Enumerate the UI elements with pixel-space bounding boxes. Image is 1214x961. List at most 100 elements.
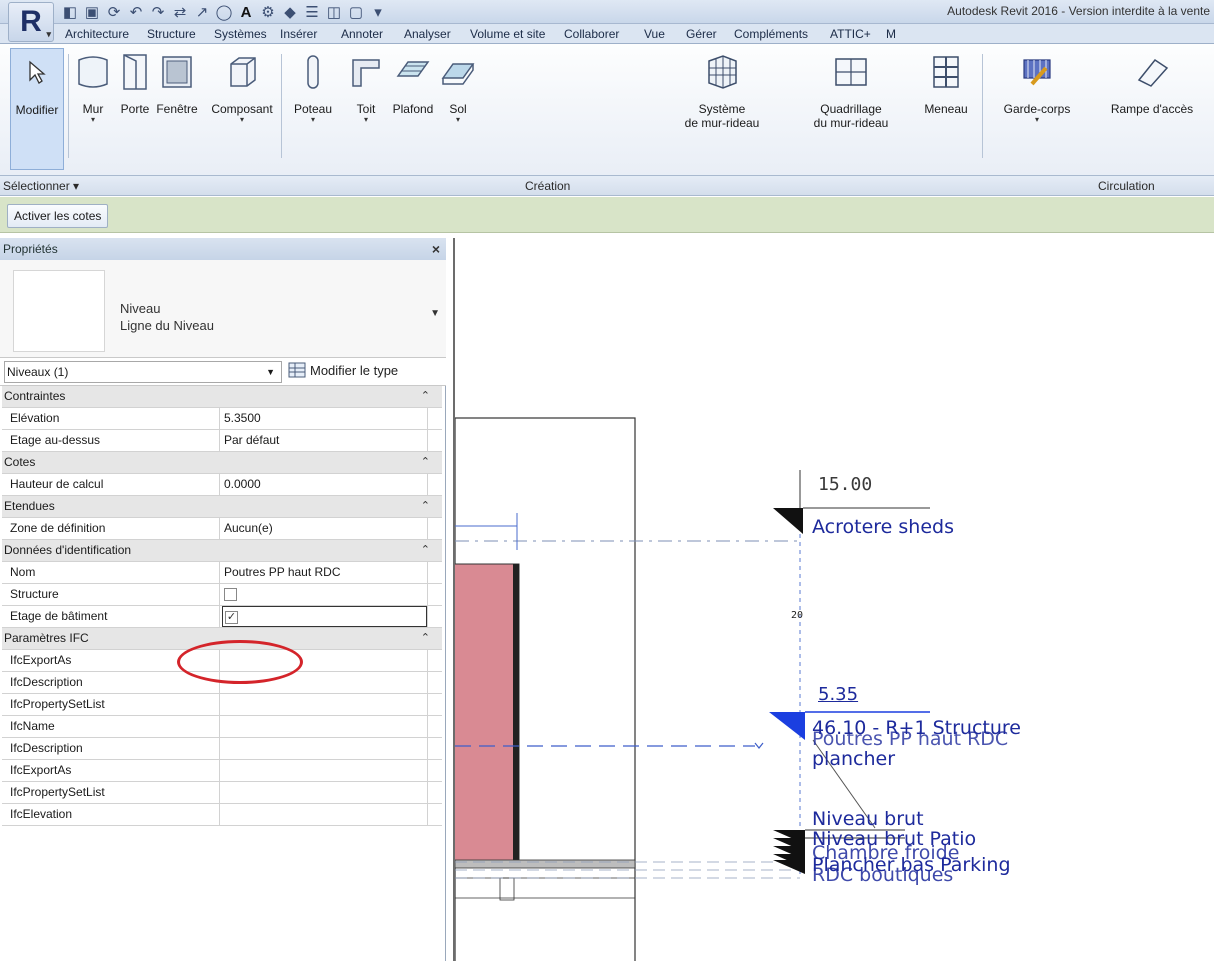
sol-button[interactable]: Sol ▾ xyxy=(438,48,478,170)
collapse-icon[interactable]: ⌃ xyxy=(421,540,430,561)
close-icon[interactable]: × xyxy=(432,238,440,260)
property-row[interactable]: Nom Poutres PP haut RDC xyxy=(2,562,442,584)
tab-m[interactable]: M xyxy=(880,25,902,44)
selectionner-dropdown[interactable]: Sélectionner ▾ xyxy=(3,179,79,193)
property-value[interactable]: Poutres PP haut RDC xyxy=(222,562,427,583)
property-row[interactable]: IfcPropertySetList xyxy=(2,694,442,716)
property-value[interactable] xyxy=(222,716,427,737)
tab-inserer[interactable]: Insérer xyxy=(274,25,323,44)
quadrillage-mur-rideau-button[interactable]: Quadrillage du mur-rideau xyxy=(798,48,904,170)
chevron-down-icon[interactable]: ▼ xyxy=(430,308,440,319)
measure-icon[interactable]: ⇄ xyxy=(170,2,190,22)
property-row[interactable]: Structure xyxy=(2,584,442,606)
property-value[interactable]: 5.3500 xyxy=(222,408,427,429)
application-menu-button[interactable]: R ▾ xyxy=(8,2,54,42)
close-hidden-icon[interactable]: ◫ xyxy=(324,2,344,22)
collapse-icon[interactable]: ⌃ xyxy=(421,386,430,407)
tab-complements[interactable]: Compléments xyxy=(728,25,814,44)
properties-grid: Contraintes ⌃ Elévation 5.3500 Etage au-dess… xyxy=(2,386,442,826)
ceiling-icon xyxy=(394,50,432,94)
collapse-icon[interactable]: ⌃ xyxy=(421,452,430,473)
dimension-icon[interactable]: ↗ xyxy=(192,2,212,22)
tab-annoter[interactable]: Annoter xyxy=(335,25,389,44)
text-icon[interactable]: A xyxy=(236,2,256,22)
property-row[interactable]: Etage de bâtiment ✓ xyxy=(2,606,442,628)
undo-icon[interactable]: ↶ xyxy=(126,2,146,22)
property-value[interactable]: Aucun(e) xyxy=(222,518,427,539)
collapse-icon[interactable]: ⌃ xyxy=(421,628,430,649)
property-row[interactable]: Elévation 5.3500 xyxy=(2,408,442,430)
meneau-button[interactable]: Meneau xyxy=(912,48,980,170)
toit-button[interactable]: Toit ▾ xyxy=(346,48,386,170)
tab-volume-et-site[interactable]: Volume et site xyxy=(464,25,551,44)
systeme-mur-rideau-button[interactable]: Système de mur-rideau xyxy=(672,48,772,170)
tab-analyser[interactable]: Analyser xyxy=(398,25,457,44)
window-title: Autodesk Revit 2016 - Version interdite … xyxy=(947,4,1210,18)
property-value[interactable] xyxy=(222,694,427,715)
type-family-label: Niveau xyxy=(120,301,161,316)
tab-architecture[interactable]: Architecture xyxy=(59,25,135,44)
save-icon[interactable]: ▣ xyxy=(82,2,102,22)
rampe-acces-button[interactable]: Rampe d'accès xyxy=(1094,48,1210,170)
switch-windows-icon[interactable]: ▢ xyxy=(346,2,366,22)
tab-gerer[interactable]: Gérer xyxy=(680,25,723,44)
property-section[interactable]: Etendues ⌃ xyxy=(2,496,442,518)
plafond-button[interactable]: Plafond xyxy=(384,48,442,170)
level-head-acrotere[interactable] xyxy=(773,508,803,534)
property-value[interactable] xyxy=(222,782,427,803)
tab-collaborer[interactable]: Collaborer xyxy=(558,25,625,44)
property-row[interactable]: IfcPropertySetList xyxy=(2,782,442,804)
drawing-view[interactable]: 15.00 Acrotere sheds 20 5.35 46.10 - R+1… xyxy=(453,238,1214,961)
collapse-icon[interactable]: ⌃ xyxy=(421,496,430,517)
property-value[interactable]: 0.0000 xyxy=(222,474,427,495)
property-value[interactable] xyxy=(222,760,427,781)
level-label-poutres[interactable]: Poutres PP haut RDC xyxy=(812,728,1008,750)
elevation-poutres[interactable]: 5.35 xyxy=(818,684,858,705)
property-value[interactable] xyxy=(222,804,427,825)
tab-attic[interactable]: ATTIC+ xyxy=(824,25,877,44)
ribbon-tabs: Architecture Structure Systèmes Insérer … xyxy=(0,24,1214,44)
fenetre-button[interactable]: Fenêtre xyxy=(150,48,204,170)
poteau-button[interactable]: Poteau ▾ xyxy=(285,48,341,170)
instance-filter-dropdown[interactable]: Niveaux (1) ▼ xyxy=(4,361,282,383)
section-icon[interactable]: ◆ xyxy=(280,2,300,22)
property-checkbox[interactable] xyxy=(224,588,237,601)
edit-type-button[interactable]: Modifier le type xyxy=(288,362,398,378)
mur-button[interactable]: Mur ▾ xyxy=(70,48,116,170)
property-row[interactable]: IfcElevation xyxy=(2,804,442,826)
tab-vue[interactable]: Vue xyxy=(638,25,671,44)
open-icon[interactable]: ◧ xyxy=(60,2,80,22)
window-icon xyxy=(158,50,196,94)
property-checkbox[interactable]: ✓ xyxy=(225,611,238,624)
property-row[interactable]: Hauteur de calcul 0.0000 xyxy=(2,474,442,496)
modifier-button[interactable]: Modifier xyxy=(10,48,64,170)
activer-les-cotes-button[interactable]: Activer les cotes xyxy=(7,204,109,228)
3d-view-icon[interactable]: ⚙ xyxy=(258,2,278,22)
thin-lines-icon[interactable]: ☰ xyxy=(302,2,322,22)
tag-icon[interactable]: ◯ xyxy=(214,2,234,22)
property-section[interactable]: Contraintes ⌃ xyxy=(2,386,442,408)
type-selector[interactable]: Niveau Ligne du Niveau ▼ xyxy=(0,260,446,358)
property-value[interactable] xyxy=(222,738,427,759)
property-checkbox-cell[interactable]: ✓ xyxy=(222,606,427,627)
property-row[interactable]: IfcDescription xyxy=(2,738,442,760)
property-row[interactable]: Etage au-dessus Par défaut xyxy=(2,430,442,452)
tab-structure[interactable]: Structure xyxy=(141,25,202,44)
composant-button[interactable]: Composant ▾ xyxy=(206,48,278,170)
level-label-niveau-brut[interactable]: Niveau brut xyxy=(812,808,924,830)
property-section[interactable]: Données d'identification ⌃ xyxy=(2,540,442,562)
tab-systemes[interactable]: Systèmes xyxy=(208,25,273,44)
property-checkbox-cell[interactable] xyxy=(222,584,427,605)
property-value[interactable]: Par défaut xyxy=(222,430,427,451)
property-section[interactable]: Cotes ⌃ xyxy=(2,452,442,474)
level-label-rdc-boutiques[interactable]: RDC boutiques xyxy=(812,864,953,886)
property-row[interactable]: IfcExportAs xyxy=(2,760,442,782)
customize-qat-icon[interactable]: ▾ xyxy=(368,2,388,22)
property-row[interactable]: Zone de définition Aucun(e) xyxy=(2,518,442,540)
garde-corps-button[interactable]: Garde-corps ▾ xyxy=(992,48,1082,170)
sync-icon[interactable]: ⟳ xyxy=(104,2,124,22)
property-row[interactable]: IfcName xyxy=(2,716,442,738)
redo-icon[interactable]: ↷ xyxy=(148,2,168,22)
level-label-acrotere[interactable]: Acrotere sheds xyxy=(812,516,954,538)
level-label-plancher[interactable]: plancher xyxy=(812,748,895,770)
